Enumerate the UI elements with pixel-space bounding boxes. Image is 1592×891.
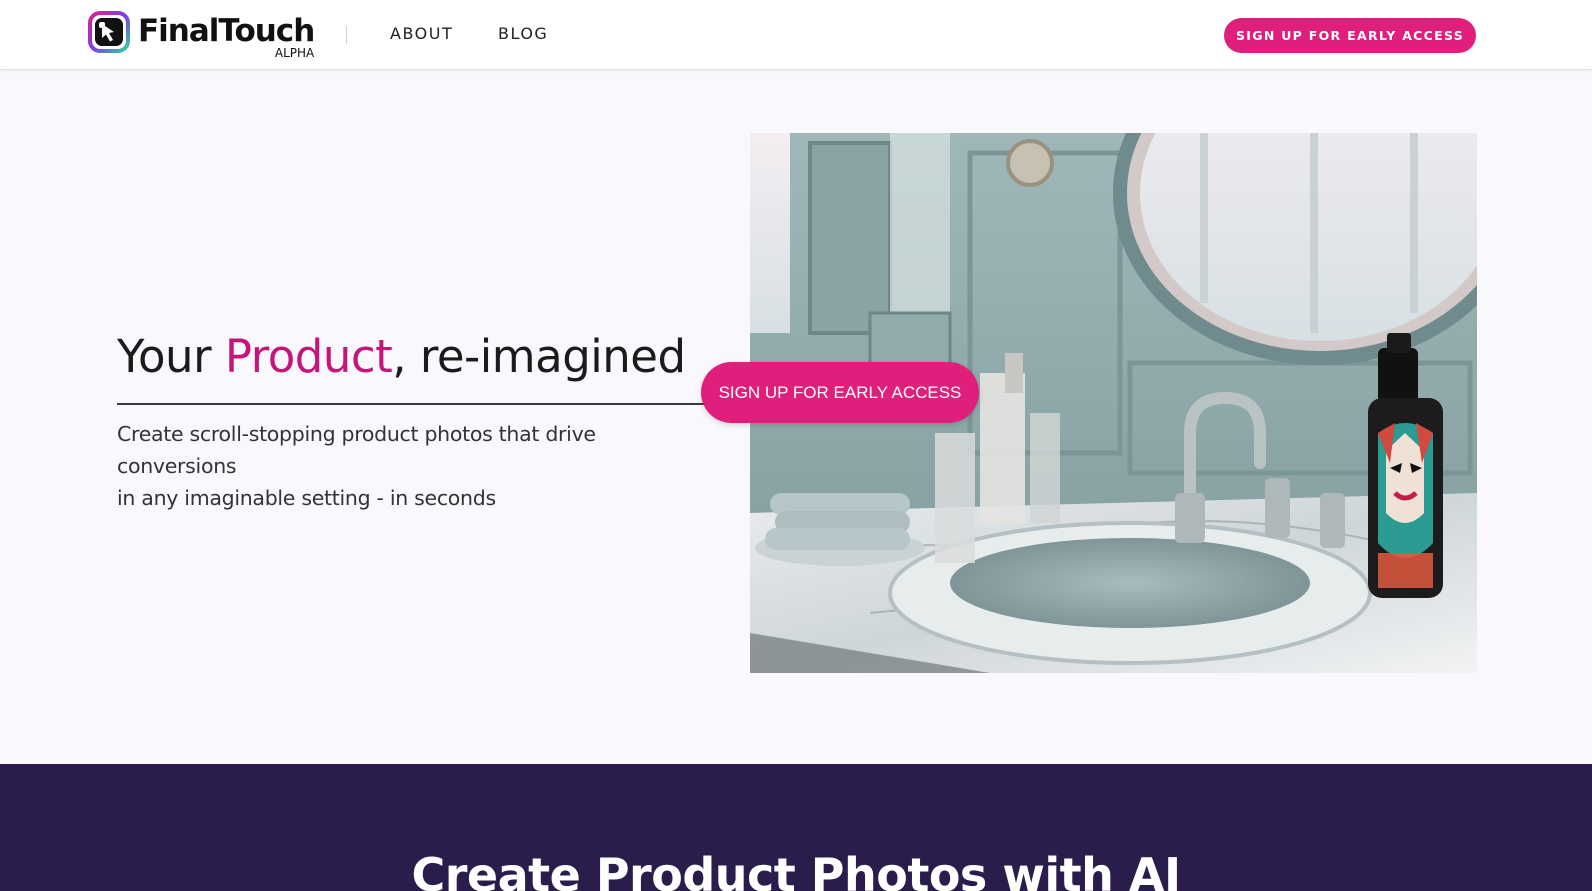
section-title: Create Product Photos with AI xyxy=(411,848,1181,891)
hero-subtitle: Create scroll-stopping product photos th… xyxy=(117,418,717,514)
hero-subtitle-line2: in any imaginable setting - in seconds xyxy=(117,486,496,510)
logo-name: FinalTouch xyxy=(138,13,315,49)
header-signup-button[interactable]: SIGN UP FOR EARLY ACCESS xyxy=(1224,18,1476,53)
features-section: Create Product Photos with AI xyxy=(0,764,1592,891)
finaltouch-logo-icon xyxy=(88,11,130,53)
nav-blog-link[interactable]: BLOG xyxy=(498,24,548,43)
nav-about-link[interactable]: ABOUT xyxy=(390,24,453,43)
hero-signup-button[interactable]: SIGN UP FOR EARLY ACCESS xyxy=(701,362,979,423)
hero-title-prefix: Your xyxy=(117,330,225,383)
logo-alpha-tag: ALPHA xyxy=(274,46,315,60)
hero-title: Your Product, re-imagined xyxy=(117,330,686,383)
logo[interactable]: FinalTouch ALPHA xyxy=(88,11,315,60)
site-header: FinalTouch ALPHA ABOUT BLOG SIGN UP FOR … xyxy=(0,0,1592,70)
hero-subtitle-line1: Create scroll-stopping product photos th… xyxy=(117,422,596,478)
hero-title-accent: Product xyxy=(224,330,393,383)
hero-divider xyxy=(117,403,705,405)
logo-text: FinalTouch ALPHA xyxy=(138,11,315,60)
nav-divider xyxy=(346,26,347,44)
hero-title-suffix: , re-imagined xyxy=(392,330,686,383)
